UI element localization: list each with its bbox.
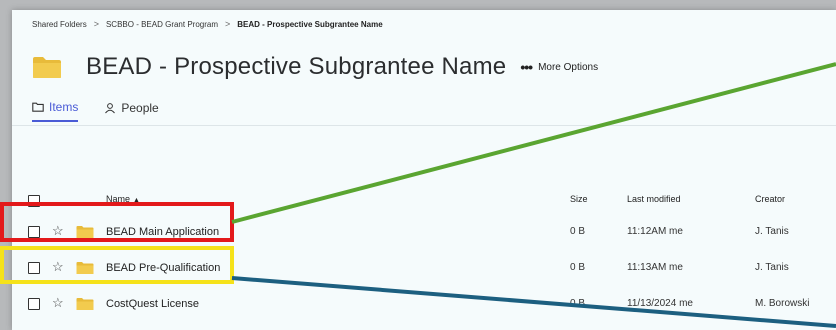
highlight-box-yellow (0, 246, 234, 284)
column-header-creator[interactable]: Creator (755, 194, 785, 204)
row-creator: M. Borowski (755, 298, 810, 309)
breadcrumb-shared-folders[interactable]: Shared Folders (32, 20, 87, 29)
person-icon (104, 102, 116, 114)
breadcrumb-grant-program[interactable]: SCBBO - BEAD Grant Program (106, 20, 218, 29)
row-modified: 11/13/2024 me (627, 298, 693, 309)
breadcrumb-separator: > (225, 19, 231, 29)
tab-items-label: Items (49, 100, 79, 114)
more-dots-icon: ••• (520, 59, 533, 75)
breadcrumb-current-folder: BEAD - Prospective Subgrantee Name (237, 19, 383, 29)
title-row: BEAD - Prospective Subgrantee Name ••• M… (32, 52, 598, 82)
row-creator: J. Tanis (755, 226, 789, 237)
row-size: 0 B (570, 262, 586, 273)
column-header-size[interactable]: Size (570, 194, 588, 204)
tab-people[interactable]: People (104, 100, 159, 122)
folder-icon (76, 297, 94, 311)
column-header-modified[interactable]: Last modified (627, 194, 681, 204)
breadcrumb: Shared Folders > SCBBO - BEAD Grant Prog… (32, 19, 383, 29)
row-modified: 11:12AM me (627, 226, 683, 237)
more-options-label: More Options (538, 61, 599, 73)
star-icon[interactable]: ☆ (52, 295, 64, 311)
more-options-button[interactable]: ••• More Options (520, 60, 598, 74)
row-modified: 11:13AM me (627, 262, 683, 273)
folder-outline-icon (32, 102, 44, 112)
tab-items[interactable]: Items (32, 100, 79, 122)
table-row[interactable]: ☆ CostQuest License 0 B 11/13/2024 me M.… (12, 286, 836, 322)
tab-bar: Items People (32, 100, 159, 122)
row-checkbox[interactable] (28, 298, 40, 310)
row-name[interactable]: CostQuest License (106, 298, 199, 310)
page-title: BEAD - Prospective Subgrantee Name (86, 53, 507, 80)
row-size: 0 B (570, 226, 586, 237)
header-divider (12, 125, 836, 126)
folder-icon (32, 55, 62, 79)
row-size: 0 B (570, 298, 586, 309)
breadcrumb-separator: > (93, 19, 99, 29)
highlight-box-red (0, 202, 234, 242)
tab-people-label: People (121, 101, 159, 115)
row-creator: J. Tanis (755, 262, 789, 273)
